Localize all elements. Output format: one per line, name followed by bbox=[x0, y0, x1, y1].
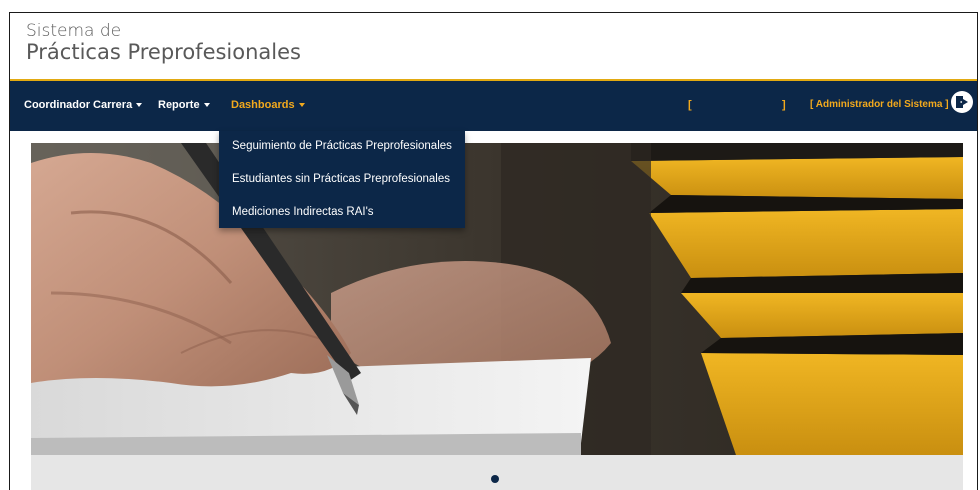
user-bracket-open: [ bbox=[688, 99, 692, 111]
dashboards-dropdown-menu: Seguimiento de Prácticas Preprofesionale… bbox=[219, 131, 465, 228]
logout-icon bbox=[956, 96, 968, 108]
nav-dashboards-label: Dashboards bbox=[231, 99, 295, 111]
brand-title-line2: Prácticas Preprofesionales bbox=[26, 40, 301, 64]
carousel-indicator-dot[interactable] bbox=[491, 475, 499, 483]
nav-coordinador-carrera[interactable]: Coordinador Carrera bbox=[24, 99, 143, 111]
user-role-label: [ Administrador del Sistema ] bbox=[810, 99, 949, 110]
nav-dashboards[interactable]: Dashboards bbox=[231, 99, 305, 111]
menu-item-mediciones-indirectas[interactable]: Mediciones Indirectas RAI's bbox=[232, 206, 374, 218]
menu-item-seguimiento[interactable]: Seguimiento de Prácticas Preprofesionale… bbox=[232, 140, 452, 152]
logout-button[interactable] bbox=[951, 91, 973, 113]
app-frame: Sistema de Prácticas Preprofesionales Co… bbox=[9, 12, 978, 490]
nav-reporte-label: Reporte bbox=[158, 99, 200, 111]
nav-reporte[interactable]: Reporte bbox=[158, 99, 210, 111]
menu-item-estudiantes-sin-practicas[interactable]: Estudiantes sin Prácticas Preprofesional… bbox=[232, 173, 450, 185]
hero-image bbox=[31, 143, 963, 455]
brand-title-line1: Sistema de bbox=[26, 21, 122, 41]
carousel-indicators bbox=[31, 455, 963, 490]
chevron-down-icon bbox=[136, 103, 143, 108]
top-navbar: Coordinador Carrera Reporte Dashboards [… bbox=[10, 79, 977, 131]
user-bracket-close: ] bbox=[782, 99, 786, 111]
brand-header: Sistema de Prácticas Preprofesionales bbox=[10, 13, 977, 79]
nav-coordinador-carrera-label: Coordinador Carrera bbox=[24, 99, 133, 111]
chevron-down-icon bbox=[298, 103, 305, 108]
chevron-down-icon bbox=[203, 103, 210, 108]
hero-carousel-slide bbox=[31, 143, 963, 455]
